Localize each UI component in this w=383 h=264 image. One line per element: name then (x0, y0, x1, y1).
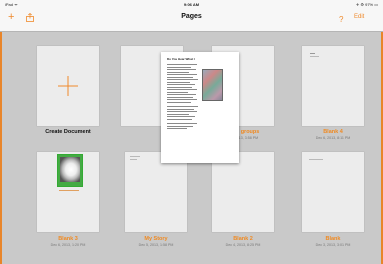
preview-title: Do You Hear What I (167, 57, 195, 61)
document-title[interactable]: Blank 3 (23, 236, 113, 242)
preview-text-line (167, 84, 195, 85)
document-preview-popup[interactable]: Do You Hear What I (161, 52, 239, 163)
create-document-label: Create Document (45, 129, 91, 135)
edit-button[interactable]: Edit (354, 14, 364, 20)
create-document-tile[interactable] (37, 46, 99, 126)
document-thumbnail[interactable] (302, 152, 364, 232)
help-icon[interactable]: ? (339, 14, 343, 25)
thumbnail-caption-line (59, 190, 79, 191)
dog-photo-content (60, 157, 80, 182)
preview-text-line (167, 81, 190, 83)
preview-text-line (167, 89, 197, 90)
document-date: Dec 6, 2013, 1:20 PM (50, 243, 86, 247)
document-date: Dec 5, 2013, 1:58 PM (138, 243, 174, 247)
preview-text-line (167, 106, 198, 107)
document-date: Dec 4, 2013, 8:25 PM (225, 243, 261, 247)
preview-text-line (167, 74, 197, 75)
page-title: Pages (181, 13, 202, 20)
document-thumbnail[interactable] (212, 152, 274, 232)
document-date: Dec 3, 2013, 3:01 PM (315, 243, 351, 247)
thumbnail-text-line (310, 53, 315, 54)
thumbnail-text-line (130, 159, 137, 160)
preview-text-line (167, 86, 192, 88)
preview-text-line (167, 128, 187, 129)
dog-photo-image (57, 154, 83, 187)
preview-text-line (167, 64, 197, 65)
preview-text-line (167, 116, 195, 117)
status-time: 9:06 AM (183, 2, 200, 7)
document-thumbnail[interactable] (302, 46, 364, 126)
preview-text-line (167, 113, 189, 115)
preview-text-line (167, 108, 194, 110)
preview-text-line (167, 123, 197, 124)
document-title[interactable]: Blank 2 (198, 236, 288, 242)
document-title[interactable]: Blank 4 (288, 129, 378, 135)
preview-text-line (167, 111, 197, 112)
preview-text-line (167, 79, 198, 80)
thumbnail-text-line (130, 156, 140, 157)
document-title[interactable]: My Story (111, 236, 201, 242)
preview-text-line (167, 76, 193, 78)
preview-text-line (167, 99, 197, 100)
status-bar: iPad ᯤ 9:06 AM ✈ ⚙ 97% ▭ (0, 0, 383, 9)
thumbnail-text-line (310, 56, 319, 57)
preview-text-line (167, 69, 196, 70)
document-thumbnail[interactable] (125, 152, 187, 232)
preview-text-line (167, 94, 196, 95)
preview-text-line (167, 118, 192, 120)
preview-text-line (167, 101, 191, 103)
document-title[interactable]: Blank (288, 236, 378, 242)
status-battery: ✈ ⚙ 97% ▭ (355, 2, 378, 7)
document-date: Dec 6, 2013, 8:11 PM (315, 136, 351, 140)
preview-text-line (167, 125, 193, 127)
plus-icon (58, 76, 78, 96)
preview-text-line (167, 66, 191, 68)
thumbnail-text-line (309, 159, 323, 160)
preview-text-line (167, 71, 189, 73)
preview-text-line (167, 91, 188, 93)
nav-bar: + Pages ? Edit (0, 9, 383, 32)
preview-illustration-image (202, 69, 223, 101)
preview-text-line (167, 96, 193, 98)
